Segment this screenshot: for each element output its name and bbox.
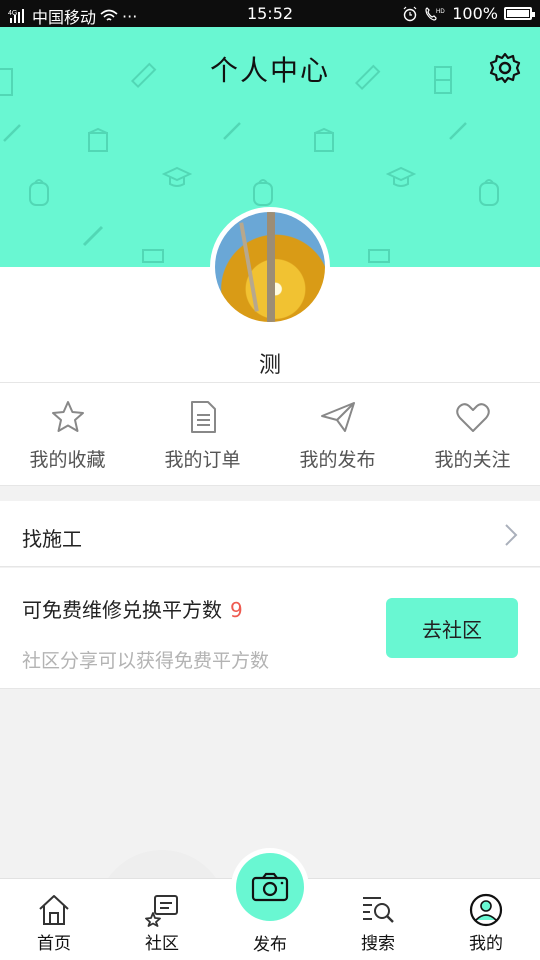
star-icon	[51, 401, 84, 432]
grad-cap-icon	[162, 166, 192, 187]
paper-plane-icon	[320, 402, 355, 432]
lamp-icon	[142, 249, 164, 263]
points-count: 9	[230, 598, 243, 622]
avatar[interactable]	[210, 207, 330, 327]
pencil-icon	[449, 122, 467, 140]
grad-cap-icon	[386, 166, 416, 187]
find-worker-label: 找施工	[22, 527, 82, 551]
shortcut-orders[interactable]: 我的订单	[135, 383, 270, 485]
document-icon	[190, 401, 216, 433]
box-icon	[314, 127, 334, 152]
points-title-text: 可免费维修兑换平方数	[22, 598, 222, 622]
battery-percent: 100%	[452, 4, 498, 23]
chevron-right-icon	[505, 524, 518, 546]
pencil-icon	[82, 225, 104, 247]
battery-level	[507, 10, 529, 17]
shortcut-label: 我的订单	[164, 449, 241, 471]
tab-community[interactable]: 社区	[108, 879, 216, 960]
tab-home[interactable]: 首页	[0, 879, 108, 960]
community-icon	[145, 895, 178, 927]
shortcut-follows[interactable]: 我的关注	[405, 383, 540, 485]
shortcut-label: 我的关注	[434, 449, 511, 471]
svg-text:HD: HD	[436, 9, 445, 15]
tab-publish[interactable]	[231, 848, 309, 926]
heart-icon	[455, 403, 490, 432]
points-subtitle: 社区分享可以获得免费平方数	[22, 650, 270, 672]
tab-label: 搜索	[361, 934, 395, 954]
box-icon	[88, 127, 108, 152]
go-community-button[interactable]: 去社区	[386, 598, 518, 658]
shortcut-label: 我的发布	[299, 449, 376, 471]
find-worker-row[interactable]: 找施工	[0, 501, 540, 567]
backpack-icon	[29, 179, 49, 206]
search-icon	[363, 897, 394, 923]
tab-label: 我的	[469, 934, 503, 954]
shortcut-favorites[interactable]: 我的收藏	[0, 383, 135, 485]
tab-label: 发布	[253, 935, 287, 955]
camera-icon	[251, 872, 289, 902]
points-card: 可免费维修兑换平方数 9 社区分享可以获得免费平方数 去社区	[0, 568, 540, 689]
backpack-icon	[479, 179, 499, 206]
shortcut-row: 我的收藏 我的订单 我的发布 我的关注	[0, 382, 540, 486]
battery-icon	[504, 7, 535, 20]
home-icon	[39, 895, 69, 925]
alarm-icon	[402, 6, 418, 22]
shortcut-posts[interactable]: 我的发布	[270, 383, 405, 485]
hd-call-icon: HD	[424, 6, 446, 22]
tab-search[interactable]: 搜索	[324, 879, 432, 960]
status-bar: 4G 中国移动 ··· 15:52 HD 100%	[0, 0, 540, 27]
settings-button[interactable]	[488, 51, 522, 85]
pencil-icon	[223, 122, 241, 140]
gear-icon	[489, 52, 521, 84]
tab-label: 首页	[37, 934, 71, 954]
page-title: 个人中心	[209, 54, 330, 87]
profile-icon	[469, 893, 503, 927]
points-title: 可免费维修兑换平方数 9	[22, 594, 243, 623]
tab-me[interactable]: 我的	[432, 879, 540, 960]
backpack-icon	[253, 179, 273, 206]
pencil-icon	[3, 124, 21, 142]
lamp-icon	[368, 249, 390, 263]
publish-button-bg	[236, 853, 304, 921]
tab-label: 社区	[145, 934, 179, 954]
profile-screen: 4G 中国移动 ··· 15:52 HD 100% 个人中心 测 我的收藏 我的…	[0, 0, 540, 960]
username: 测	[258, 353, 281, 378]
shortcut-label: 我的收藏	[29, 449, 106, 471]
avatar-image	[215, 212, 325, 322]
